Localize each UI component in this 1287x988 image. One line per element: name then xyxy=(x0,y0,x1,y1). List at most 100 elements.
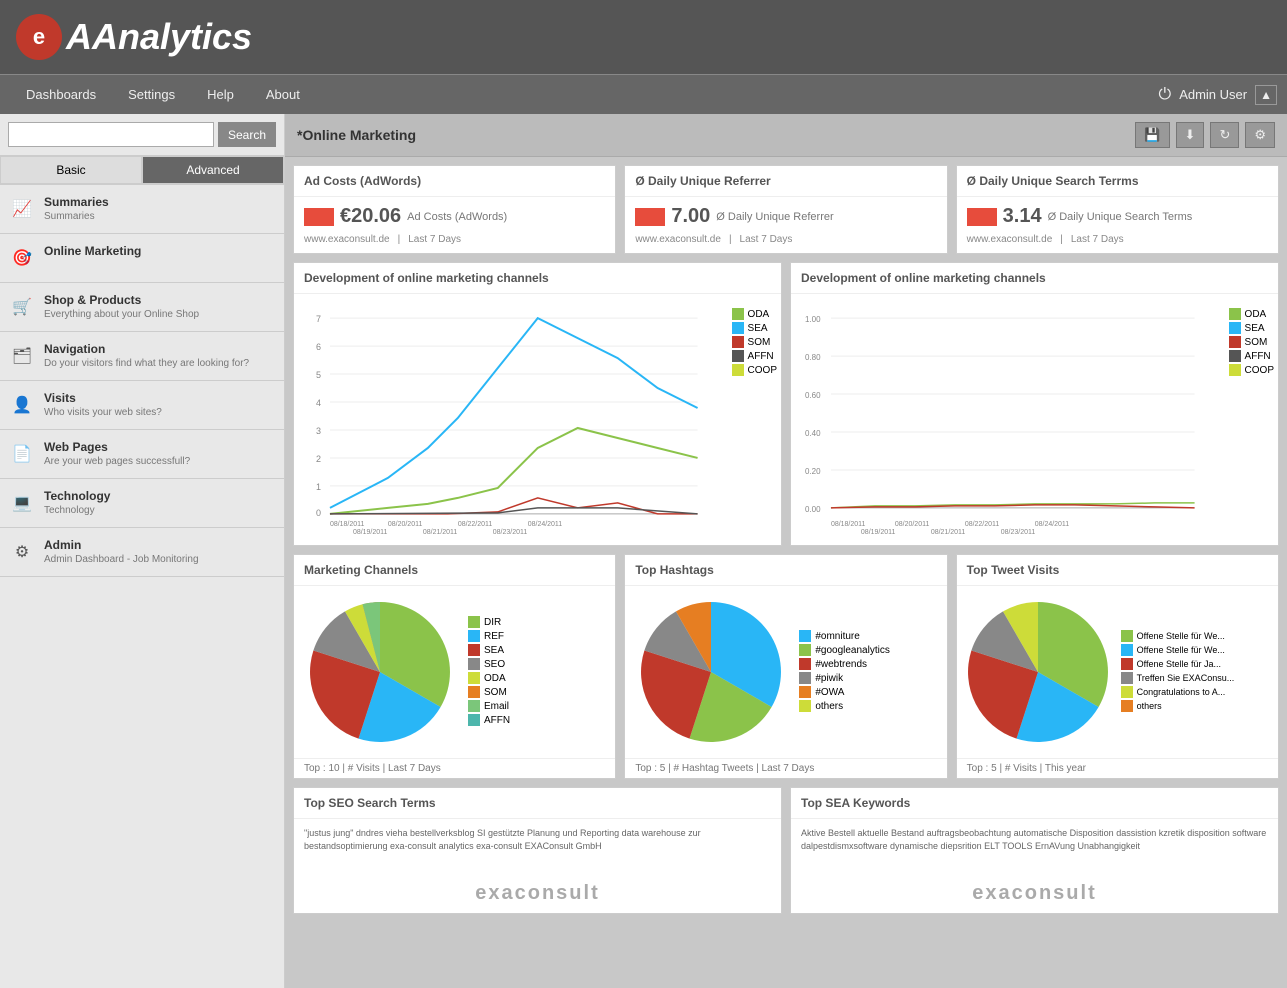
daily-referrer-site: www.exaconsult.de xyxy=(635,234,721,245)
marketing-channels-header: Marketing Channels xyxy=(294,555,615,586)
content-header: *Online Marketing 💾 ⬇ ↻ ⚙ xyxy=(285,114,1287,157)
ad-costs-bar xyxy=(304,208,334,226)
top-hashtags-pie xyxy=(631,592,791,752)
sidebar-item-shop-products[interactable]: 🛒 Shop & Products Everything about your … xyxy=(0,283,284,332)
search-button[interactable]: Search xyxy=(218,122,276,147)
technology-icon: 💻 xyxy=(8,489,36,517)
seo-terms-header: Top SEO Search Terms xyxy=(294,788,781,819)
share-button[interactable]: ↻ xyxy=(1210,122,1239,148)
sidebar-item-web-pages[interactable]: 📄 Web Pages Are your web pages successfu… xyxy=(0,430,284,479)
online-marketing-icon: 🎯 xyxy=(8,244,36,272)
svg-text:7: 7 xyxy=(316,314,321,324)
nav-about[interactable]: About xyxy=(250,79,316,110)
line-chart-1-header: Development of online marketing channels xyxy=(294,263,781,294)
marketing-channels-card: Marketing Channels xyxy=(293,554,616,779)
nav-settings[interactable]: Settings xyxy=(112,79,191,110)
top-hashtags-header: Top Hashtags xyxy=(625,555,946,586)
sea-keywords-body: Aktive Bestell aktuelle Bestand auftrags… xyxy=(791,819,1278,913)
svg-text:08/22/2011: 08/22/2011 xyxy=(458,521,493,528)
sidebar-item-admin[interactable]: ⚙ Admin Admin Dashboard - Job Monitoring xyxy=(0,528,284,577)
ad-costs-body: €20.06 Ad Costs (AdWords) www.exaconsult… xyxy=(294,197,615,253)
admin-text: Admin Admin Dashboard - Job Monitoring xyxy=(44,538,199,565)
page-title: *Online Marketing xyxy=(297,127,416,143)
daily-referrer-bar xyxy=(635,208,665,226)
svg-text:08/21/2011: 08/21/2011 xyxy=(423,529,458,536)
ad-costs-label: Ad Costs (AdWords) xyxy=(407,211,507,223)
exaconsult-logo-1: exaconsult xyxy=(475,882,599,904)
line-chart-2-header: Development of online marketing channels xyxy=(791,263,1278,294)
svg-text:6: 6 xyxy=(316,342,321,352)
svg-text:08/21/2011: 08/21/2011 xyxy=(931,529,966,536)
tab-basic[interactable]: Basic xyxy=(0,156,142,184)
daily-referrer-body: 7.00 Ø Daily Unique Referrer www.exacons… xyxy=(625,197,946,253)
marketing-channels-body: DIR REF SEA SEO ODA SOM Email AFFN xyxy=(294,586,615,758)
summaries-icon: 📈 xyxy=(8,195,36,223)
sidebar-item-navigation[interactable]: 🗂 Navigation Do your visitors find what … xyxy=(0,332,284,381)
sidebar-item-visits[interactable]: 👤 Visits Who visits your web sites? xyxy=(0,381,284,430)
svg-text:0.60: 0.60 xyxy=(805,391,821,400)
svg-text:08/22/2011: 08/22/2011 xyxy=(965,521,1000,528)
pie-charts-row: Marketing Channels xyxy=(293,554,1279,779)
nav-help[interactable]: Help xyxy=(191,79,250,110)
ad-costs-period: Last 7 Days xyxy=(408,234,461,245)
admin-icon: ⚙ xyxy=(8,538,36,566)
nav-dashboards[interactable]: Dashboards xyxy=(10,79,112,110)
save-button[interactable]: 💾 xyxy=(1135,122,1169,148)
summaries-text: Summaries Summaries xyxy=(44,195,109,222)
search-input[interactable] xyxy=(8,122,214,147)
svg-text:5: 5 xyxy=(316,370,321,380)
search-bar: Search xyxy=(0,114,284,156)
svg-text:08/18/2011: 08/18/2011 xyxy=(831,521,866,528)
logo-text: AAnalytics xyxy=(66,16,252,58)
top-tweet-visits-header: Top Tweet Visits xyxy=(957,555,1278,586)
marketing-channels-footer: Top : 10 | # Visits | Last 7 Days xyxy=(294,758,615,778)
seo-terms-text: "justus jung" dndres vieha bestellverksb… xyxy=(304,827,771,852)
svg-text:3: 3 xyxy=(316,426,321,436)
admin-label: Admin User xyxy=(1179,87,1247,102)
line-chart-2-body: 1.00 0.80 0.60 0.40 0.20 0.00 xyxy=(791,294,1278,545)
header: e AAnalytics xyxy=(0,0,1287,74)
svg-text:08/18/2011: 08/18/2011 xyxy=(330,521,365,528)
top-tweet-visits-pie xyxy=(963,592,1113,752)
daily-referrer-period: Last 7 Days xyxy=(740,234,793,245)
download-button[interactable]: ⬇ xyxy=(1176,122,1205,148)
daily-referrer-label: Ø Daily Unique Referrer xyxy=(716,211,833,223)
sidebar-item-online-marketing[interactable]: 🎯 Online Marketing xyxy=(0,234,284,283)
tab-advanced[interactable]: Advanced xyxy=(142,156,284,184)
nav-arrow-button[interactable]: ▲ xyxy=(1255,85,1277,105)
line-chart-2-legend: ODA SEA SOM AFFN COOP xyxy=(1229,308,1274,376)
line-chart-1-body: 7 6 5 4 3 2 1 0 xyxy=(294,294,781,545)
user-area: ⏻ Admin User ▲ xyxy=(1159,85,1277,105)
svg-text:08/24/2011: 08/24/2011 xyxy=(1035,521,1070,528)
line-charts-row: Development of online marketing channels… xyxy=(293,262,1279,546)
settings-button[interactable]: ⚙ xyxy=(1245,122,1275,148)
metrics-row: Ad Costs (AdWords) €20.06 Ad Costs (AdWo… xyxy=(293,165,1279,254)
top-hashtags-footer: Top : 5 | # Hashtag Tweets | Last 7 Days xyxy=(625,758,946,778)
top-tweet-visits-card: Top Tweet Visits Offene Stelle für We...… xyxy=(956,554,1279,779)
line-chart-1-legend: ODA SEA SOM AFFN COOP xyxy=(732,308,777,376)
svg-text:08/23/2011: 08/23/2011 xyxy=(493,529,528,536)
visits-icon: 👤 xyxy=(8,391,36,419)
daily-search-card: Ø Daily Unique Search Terrms 3.14 Ø Dail… xyxy=(956,165,1279,254)
svg-text:0.40: 0.40 xyxy=(805,429,821,438)
svg-text:1.00: 1.00 xyxy=(805,315,821,324)
sidebar-item-technology[interactable]: 💻 Technology Technology xyxy=(0,479,284,528)
sidebar: Search Basic Advanced 📈 Summaries Summar… xyxy=(0,114,285,988)
daily-search-sep: | xyxy=(1060,234,1063,245)
seo-terms-card: Top SEO Search Terms "justus jung" dndre… xyxy=(293,787,782,914)
svg-text:1: 1 xyxy=(316,482,321,492)
sidebar-item-summaries[interactable]: 📈 Summaries Summaries xyxy=(0,185,284,234)
svg-text:08/24/2011: 08/24/2011 xyxy=(528,521,563,528)
navigation-icon: 🗂 xyxy=(8,342,36,370)
daily-search-label: Ø Daily Unique Search Terms xyxy=(1048,211,1193,223)
power-button[interactable]: ⏻ xyxy=(1159,86,1172,104)
technology-text: Technology Technology xyxy=(44,489,110,516)
daily-search-body: 3.14 Ø Daily Unique Search Terms www.exa… xyxy=(957,197,1278,253)
sea-keywords-header: Top SEA Keywords xyxy=(791,788,1278,819)
svg-text:4: 4 xyxy=(316,398,321,408)
svg-text:08/20/2011: 08/20/2011 xyxy=(388,521,423,528)
shop-text: Shop & Products Everything about your On… xyxy=(44,293,199,320)
content-area: *Online Marketing 💾 ⬇ ↻ ⚙ Ad Costs (AdWo… xyxy=(285,114,1287,988)
line-chart-1-svg: 7 6 5 4 3 2 1 0 xyxy=(298,298,728,538)
web-pages-icon: 📄 xyxy=(8,440,36,468)
